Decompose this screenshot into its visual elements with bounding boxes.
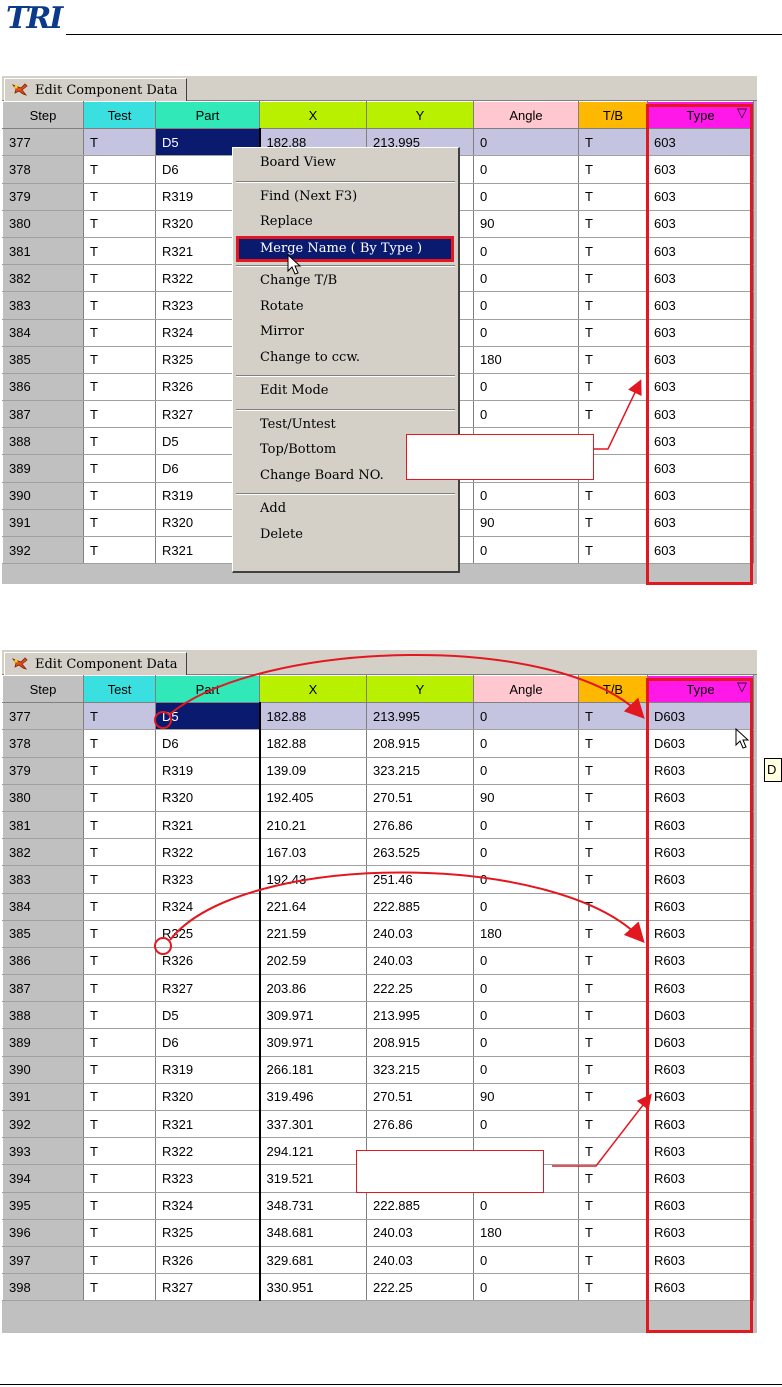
callout-arrow-1 (594, 379, 642, 450)
mouse-cursor-icon (287, 254, 302, 275)
tooltip: D (764, 758, 782, 782)
part-circle-r325 (154, 937, 172, 955)
merge-arrow-r325 (169, 871, 645, 943)
mouse-cursor-icon (735, 728, 750, 749)
callout-arrow-2 (552, 1093, 652, 1167)
part-circle-d5 (154, 711, 172, 729)
merge-arrow-d5 (169, 654, 645, 719)
annotation-arrows (154, 379, 652, 1167)
footer-rule (0, 1384, 782, 1385)
